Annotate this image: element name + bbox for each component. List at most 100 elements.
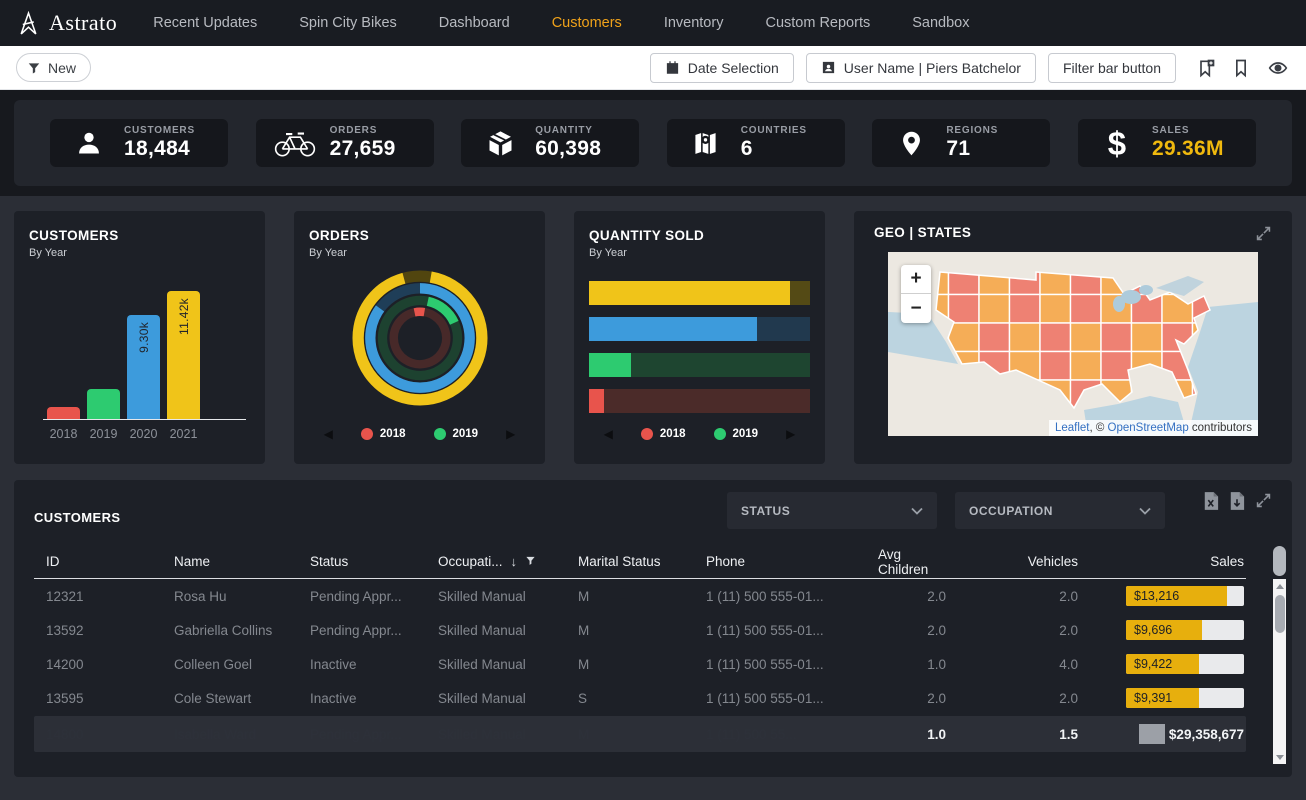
brand[interactable]: Astrato xyxy=(16,10,117,36)
cell-marital: M xyxy=(566,589,694,604)
kpi-card-orders[interactable]: ORDERS27,659 xyxy=(256,119,434,167)
status-dropdown-label: STATUS xyxy=(741,504,790,518)
us-state-shape[interactable] xyxy=(979,323,1010,352)
bar-2020[interactable]: 9.30k xyxy=(127,315,160,419)
export-file-icon[interactable] xyxy=(1229,492,1245,510)
column-header-occupati-[interactable]: Occupati...↓ xyxy=(426,554,566,569)
column-header-phone[interactable]: Phone xyxy=(694,554,866,569)
column-header-marital-status[interactable]: Marital Status xyxy=(566,554,694,569)
new-filter-button[interactable]: New xyxy=(16,53,91,82)
filter-bar-label: Filter bar button xyxy=(1063,60,1161,76)
column-header-avg-children[interactable]: Avg Children xyxy=(866,547,948,577)
table-row[interactable]: 14200Colleen GoelInactiveSkilled ManualM… xyxy=(34,647,1246,681)
map-zoom-out-button[interactable]: − xyxy=(901,294,931,323)
column-header-name[interactable]: Name xyxy=(162,554,298,569)
us-state-shape[interactable] xyxy=(949,295,980,324)
nav-item-custom-reports[interactable]: Custom Reports xyxy=(765,15,870,31)
us-state-shape[interactable] xyxy=(1040,352,1071,381)
column-header-id[interactable]: ID xyxy=(34,554,162,569)
kpi-card-quantity[interactable]: QUANTITY60,398 xyxy=(461,119,639,167)
us-state-shape[interactable] xyxy=(1132,323,1163,352)
kpi-panel: CUSTOMERS18,484 ORDERS27,659 QUANTITY60,39… xyxy=(14,100,1292,186)
legend-item-2019[interactable]: 2019 xyxy=(434,428,479,440)
cell-marital: M xyxy=(566,623,694,638)
us-state-shape[interactable] xyxy=(1010,323,1041,352)
sort-descending-icon[interactable]: ↓ xyxy=(511,554,518,569)
scrollbar-thumb[interactable] xyxy=(1275,595,1285,633)
column-header-status[interactable]: Status xyxy=(298,554,426,569)
totals-sales-bar xyxy=(1139,724,1165,744)
bar-2018[interactable] xyxy=(47,407,80,419)
status-dropdown[interactable]: STATUS xyxy=(727,492,937,529)
table-row[interactable]: 13592Gabriella CollinsPending Appr...Ski… xyxy=(34,613,1246,647)
nav-item-dashboard[interactable]: Dashboard xyxy=(439,15,510,31)
scroll-down-button[interactable] xyxy=(1273,750,1286,764)
us-state-shape[interactable] xyxy=(1101,323,1132,352)
hbar-track-2020[interactable] xyxy=(589,317,810,341)
us-state-shape[interactable] xyxy=(1071,352,1102,381)
occupation-dropdown-label: OCCUPATION xyxy=(969,504,1053,518)
us-state-shape[interactable] xyxy=(1101,352,1132,381)
cell-phone: 1 (11) 500 555-01... xyxy=(694,589,866,604)
legend-item-2018[interactable]: 2018 xyxy=(361,428,406,440)
openstreetmap-link[interactable]: OpenStreetMap xyxy=(1108,422,1189,434)
nav-item-spin-city-bikes[interactable]: Spin City Bikes xyxy=(299,15,397,31)
bar-2021[interactable]: 11.42k xyxy=(167,291,200,419)
table-scrollbar[interactable] xyxy=(1273,546,1286,764)
legend-item-2018[interactable]: 2018 xyxy=(641,428,686,440)
hbar-track-2018[interactable] xyxy=(589,389,810,413)
us-state-shape[interactable] xyxy=(979,295,1010,324)
map-zoom-in-button[interactable]: + xyxy=(901,265,931,294)
kpi-card-countries[interactable]: COUNTRIES6 xyxy=(667,119,845,167)
legend-next-arrow[interactable]: ▶ xyxy=(506,427,515,441)
donut-ring-2018-arc xyxy=(388,307,450,369)
sales-value: $9,696 xyxy=(1134,623,1172,637)
legend-item-2019[interactable]: 2019 xyxy=(714,428,759,440)
cell-status: Pending Appr... xyxy=(298,589,426,604)
legend-prev-arrow[interactable]: ◀ xyxy=(604,427,613,441)
kpi-card-regions[interactable]: REGIONS71 xyxy=(872,119,1050,167)
legend-next-arrow[interactable]: ▶ xyxy=(786,427,795,441)
column-header-label: Vehicles xyxy=(1028,554,1078,569)
us-state-shape[interactable] xyxy=(1010,295,1041,324)
bookmark-add-icon[interactable] xyxy=(1196,58,1216,78)
us-state-shape[interactable] xyxy=(1071,323,1102,352)
occupation-dropdown[interactable]: OCCUPATION xyxy=(955,492,1165,529)
kpi-card-sales[interactable]: $SALES29.36M xyxy=(1078,119,1256,167)
filter-bar-button[interactable]: Filter bar button xyxy=(1048,53,1176,83)
us-state-shape[interactable] xyxy=(1040,295,1071,324)
kpi-text: COUNTRIES6 xyxy=(741,125,807,161)
export-excel-icon[interactable] xyxy=(1203,492,1219,510)
legend-prev-arrow[interactable]: ◀ xyxy=(324,427,333,441)
nav-item-recent-updates[interactable]: Recent Updates xyxy=(153,15,257,31)
hbar-track-2019[interactable] xyxy=(589,353,810,377)
scrollbar-cap[interactable] xyxy=(1273,546,1286,576)
date-selection-button[interactable]: Date Selection xyxy=(650,53,794,83)
nav-item-sandbox[interactable]: Sandbox xyxy=(912,15,969,31)
leaflet-link[interactable]: Leaflet xyxy=(1055,422,1090,434)
contact-card-icon xyxy=(821,60,836,75)
column-filter-icon[interactable] xyxy=(525,554,536,569)
expand-icon[interactable] xyxy=(1255,225,1272,242)
table-row[interactable]: 13595Cole StewartInactiveSkilled ManualS… xyxy=(34,681,1246,715)
eye-icon[interactable] xyxy=(1266,58,1290,78)
cell-avg_children: 2.0 xyxy=(866,691,948,706)
column-header-vehicles[interactable]: Vehicles xyxy=(948,554,1080,569)
us-state-shape[interactable] xyxy=(1040,323,1071,352)
funnel-icon xyxy=(27,61,41,75)
nav-item-customers[interactable]: Customers xyxy=(552,15,622,31)
bar-2019[interactable] xyxy=(87,389,120,419)
scrollbar-track[interactable] xyxy=(1273,579,1286,764)
nav-item-inventory[interactable]: Inventory xyxy=(664,15,724,31)
column-header-sales[interactable]: Sales xyxy=(1080,554,1246,569)
orders-legend: ◀ 2018 2019 ▶ xyxy=(309,427,530,441)
scroll-up-button[interactable] xyxy=(1273,579,1286,593)
leaflet-map[interactable]: + − Leaflet, © OpenStreetMap contributor… xyxy=(888,252,1258,436)
us-state-shape[interactable] xyxy=(1071,295,1102,324)
bookmark-icon[interactable] xyxy=(1231,58,1251,78)
table-row[interactable]: 12321Rosa HuPending Appr...Skilled Manua… xyxy=(34,579,1246,613)
user-name-button[interactable]: User Name | Piers Batchelor xyxy=(806,53,1036,83)
expand-icon[interactable] xyxy=(1255,492,1272,509)
kpi-card-customers[interactable]: CUSTOMERS18,484 xyxy=(50,119,228,167)
hbar-track-2021[interactable] xyxy=(589,281,810,305)
